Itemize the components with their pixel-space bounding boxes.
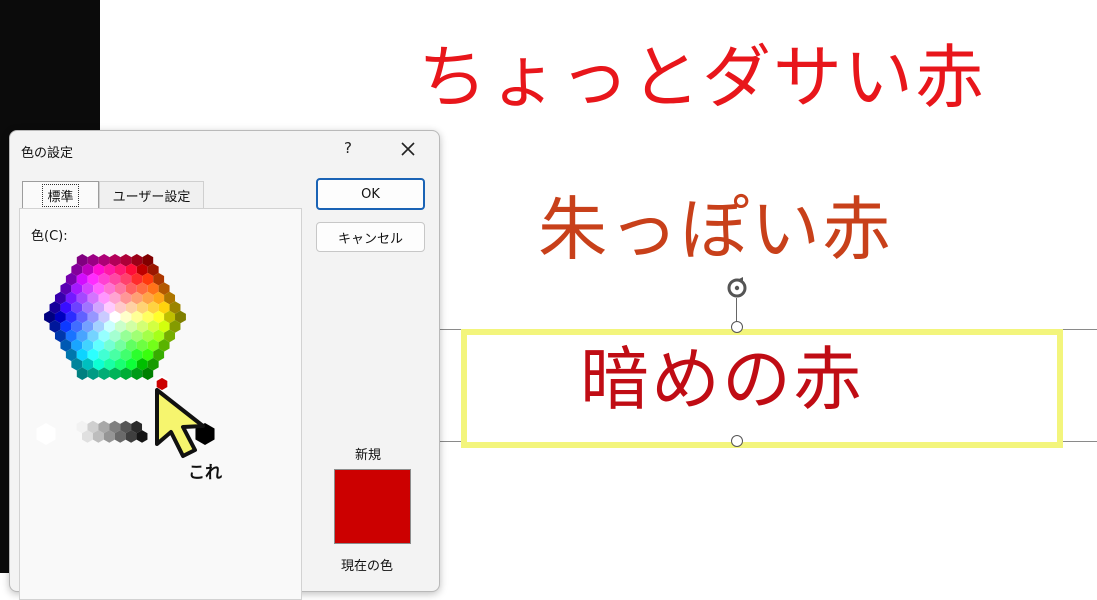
resize-handle-top[interactable] <box>731 321 743 333</box>
slide-text-line1[interactable]: ちょっとダサい赤 <box>418 44 986 113</box>
slide-text-line3[interactable]: 暗めの赤 <box>580 346 864 415</box>
new-color-swatch <box>334 469 411 544</box>
guide-line-top-right <box>1057 329 1097 330</box>
guide-line-top-left <box>438 329 462 330</box>
close-icon[interactable] <box>398 139 418 159</box>
dialog-title: 色の設定 <box>21 146 74 161</box>
guide-line-bottom-left <box>438 441 462 442</box>
help-button[interactable]: ? <box>344 139 352 157</box>
color-honeycomb[interactable] <box>20 209 301 509</box>
guide-line-bottom-right <box>1057 441 1097 442</box>
resize-handle-bottom[interactable] <box>731 435 743 447</box>
tab-standard-label: 標準 <box>42 184 79 207</box>
slide-text-line2[interactable]: 朱っぽい赤 <box>538 196 893 265</box>
tab-custom-label: ユーザー設定 <box>112 190 191 205</box>
pointer-cursor-icon <box>155 388 205 458</box>
tab-custom[interactable]: ユーザー設定 <box>99 181 204 209</box>
rotate-handle-icon[interactable] <box>723 274 751 302</box>
white-cell[interactable] <box>36 423 56 445</box>
callout-text: これ <box>188 463 222 483</box>
new-color-label: 新規 <box>355 448 382 463</box>
color-dialog: 色の設定 ? 標準 ユーザー設定 色(C): OK キャンセル 新規 現在の色 <box>9 130 440 600</box>
cancel-button[interactable]: キャンセル <box>316 222 425 252</box>
current-color-label: 現在の色 <box>341 559 394 574</box>
tab-standard[interactable]: 標準 <box>22 181 99 209</box>
ok-button[interactable]: OK <box>316 178 425 210</box>
